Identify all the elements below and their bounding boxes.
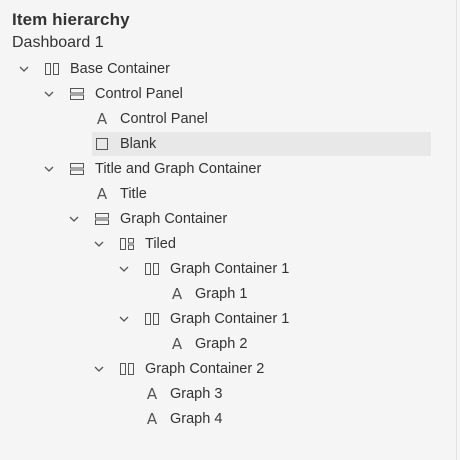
chevron-down-icon[interactable] (118, 307, 130, 331)
horizontal-container-icon (119, 357, 135, 381)
tree-item[interactable]: A Title (0, 182, 440, 206)
tree-item[interactable]: Graph Container (0, 207, 440, 231)
horizontal-container-icon (144, 307, 160, 331)
text-object-icon: A (96, 110, 108, 128)
tree-item[interactable]: Title and Graph Container (0, 157, 440, 181)
tree-item[interactable]: Graph Container 1 (0, 257, 440, 281)
tree-item[interactable]: A Graph 3 (0, 382, 440, 406)
text-object-icon: A (146, 385, 158, 403)
tree-item-label: Tiled (145, 236, 176, 252)
vertical-container-icon (69, 157, 85, 181)
text-object-icon: A (171, 335, 183, 353)
tree-item-label: Title and Graph Container (95, 161, 262, 177)
dashboard-name[interactable]: Dashboard 1 (12, 34, 104, 52)
tree-item[interactable]: Control Panel (0, 82, 440, 106)
tree-item[interactable]: Blank (92, 132, 431, 156)
tree-item-label: Graph Container 1 (170, 311, 290, 327)
vertical-container-icon (94, 207, 110, 231)
tree-item-label: Graph Container (120, 211, 228, 227)
tree-item-label: Graph 2 (195, 336, 248, 352)
chevron-down-icon[interactable] (18, 57, 30, 81)
tree-item-label: Blank (120, 136, 157, 152)
vertical-container-icon (69, 82, 85, 106)
chevron-down-icon[interactable] (93, 232, 105, 256)
text-object-icon: A (96, 185, 108, 203)
tree-item-label: Control Panel (95, 86, 183, 102)
tree-item[interactable]: Graph Container 2 (0, 357, 440, 381)
tree-item[interactable]: Tiled (0, 232, 440, 256)
text-object-icon: A (171, 285, 183, 303)
blank-object-icon (94, 132, 110, 156)
tree-item-label: Graph Container 1 (170, 261, 290, 277)
tree-item-label: Graph 1 (195, 286, 248, 302)
item-hierarchy-panel: Item hierarchy Dashboard 1 Base Containe… (0, 0, 457, 460)
tree-item-label: Graph Container 2 (145, 361, 265, 377)
chevron-down-icon[interactable] (93, 357, 105, 381)
horizontal-container-icon (144, 257, 160, 281)
tree-item-label: Base Container (70, 61, 170, 77)
tree-item[interactable]: Graph Container 1 (0, 307, 440, 331)
tree-item[interactable]: A Graph 1 (0, 282, 440, 306)
tree-item-label: Graph 4 (170, 411, 223, 427)
chevron-down-icon[interactable] (68, 207, 80, 231)
tree-item[interactable]: A Graph 4 (0, 407, 440, 431)
chevron-down-icon[interactable] (43, 157, 55, 181)
tree-item-label: Graph 3 (170, 386, 223, 402)
tree-item[interactable]: A Graph 2 (0, 332, 440, 356)
chevron-down-icon[interactable] (118, 257, 130, 281)
horizontal-container-icon (44, 57, 60, 81)
tree-item-label: Title (120, 186, 147, 202)
tiled-container-icon (119, 232, 135, 256)
chevron-down-icon[interactable] (43, 82, 55, 106)
tree-item-label: Control Panel (120, 111, 208, 127)
tree-item[interactable]: A Control Panel (0, 107, 440, 131)
text-object-icon: A (146, 410, 158, 428)
tree-item[interactable]: Base Container (0, 57, 440, 81)
panel-title: Item hierarchy (12, 10, 130, 29)
